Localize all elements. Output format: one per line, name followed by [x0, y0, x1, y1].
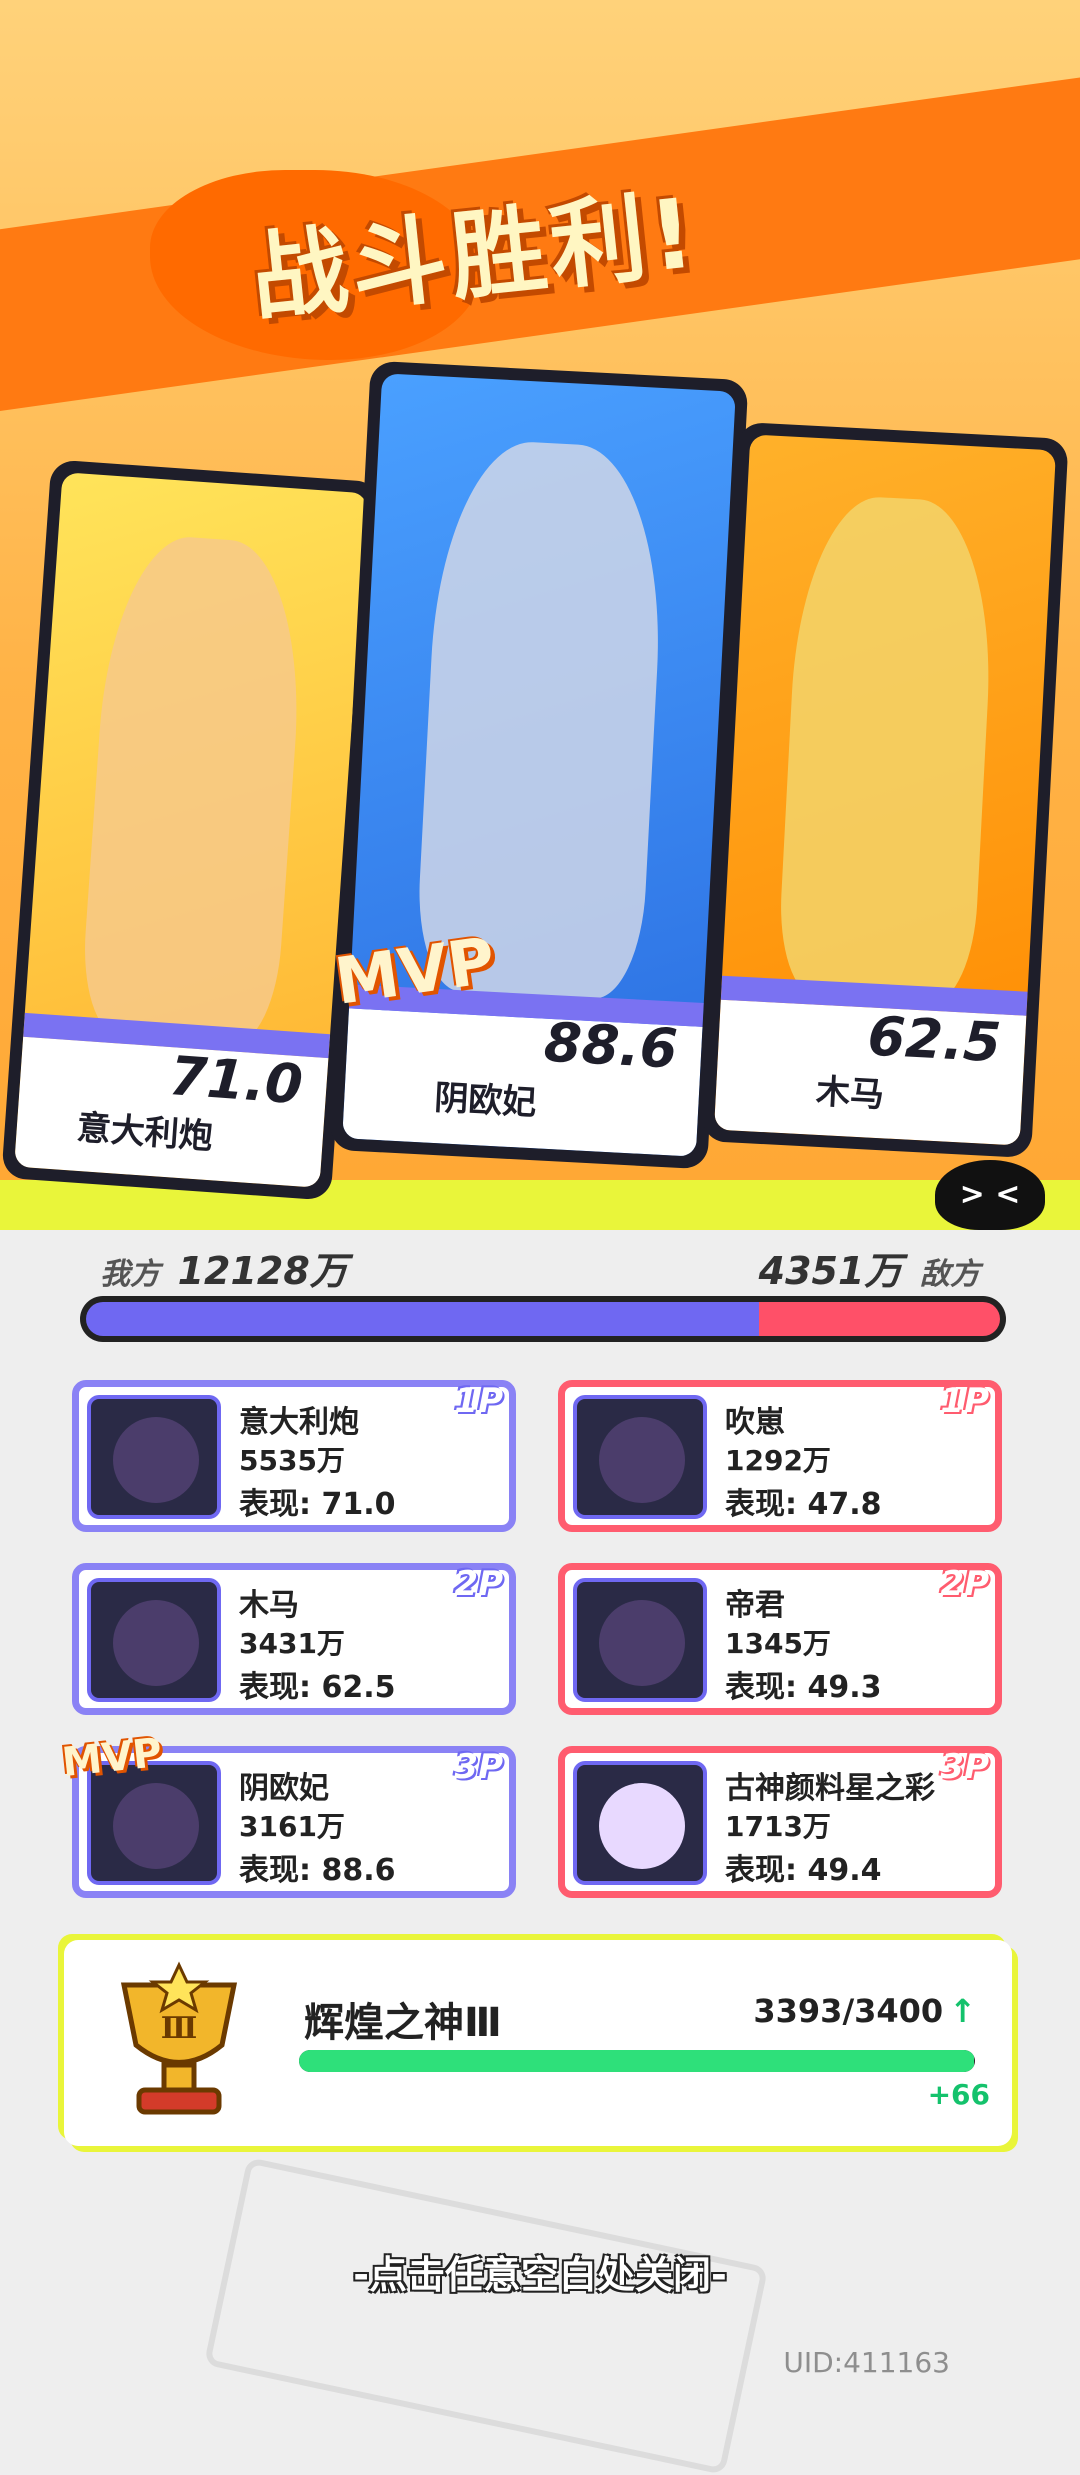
- player-performance: 表现: 62.5: [239, 1670, 396, 1705]
- damage-share-bar: [80, 1296, 1006, 1342]
- player-rank: 2P: [940, 1564, 989, 1604]
- player-damage: 1292万: [725, 1444, 831, 1477]
- player-name: 阴欧妃: [239, 1771, 329, 1806]
- enemy-share-fill: [759, 1302, 1000, 1336]
- rank-gain: +66: [927, 2078, 990, 2111]
- player-performance: 表现: 49.3: [725, 1670, 882, 1705]
- chat-icon[interactable]: > <: [935, 1160, 1045, 1230]
- character-portrait: [78, 531, 310, 1046]
- rank-progress-text: 3393/3400 ↑: [753, 1992, 976, 2030]
- ally-share-fill: [86, 1302, 759, 1336]
- player-card-enemy-3[interactable]: 古神颜料星之彩 1713万 表现: 49.4 3P: [558, 1746, 1002, 1898]
- air-ticket-decoration: [203, 2157, 769, 2475]
- player-performance: 表现: 88.6: [239, 1853, 396, 1888]
- podium-name: 意大利炮: [75, 1107, 215, 1158]
- character-portrait: [776, 492, 999, 1004]
- rank-name: 辉煌之神Ⅲ: [304, 2000, 502, 2046]
- player-performance: 表现: 47.8: [725, 1487, 882, 1522]
- player-card-ally-1[interactable]: 意大利炮 5535万 表现: 71.0 1P: [72, 1380, 516, 1532]
- player-name: 吹崽: [725, 1405, 785, 1440]
- player-rank: 2P: [454, 1564, 503, 1604]
- podium-name: 木马: [815, 1071, 886, 1116]
- podium-score: 62.5: [866, 1004, 1003, 1075]
- player-damage: 3431万: [239, 1627, 345, 1660]
- player-performance: 表现: 49.4: [725, 1853, 882, 1888]
- podium-card-right: 62.5 木马: [701, 421, 1069, 1159]
- rank-progress-bar: [299, 2050, 975, 2072]
- ally-total-value: 12128万: [177, 1249, 348, 1293]
- player-avatar: [573, 1578, 707, 1702]
- player-rank: 1P: [454, 1381, 503, 1421]
- trophy-icon: Ⅲ: [120, 1961, 238, 2115]
- arrow-up-icon: ↑: [949, 1992, 976, 2030]
- player-name: 意大利炮: [239, 1405, 359, 1440]
- rank-progress-fill: [299, 2050, 974, 2072]
- player-card-enemy-1[interactable]: 吹崽 1292万 表现: 47.8 1P: [558, 1380, 1002, 1532]
- player-rank: 1P: [940, 1381, 989, 1421]
- player-performance: 表现: 71.0: [239, 1487, 396, 1522]
- player-damage: 3161万: [239, 1810, 345, 1843]
- rank-progress-value: 3393/3400: [753, 1992, 944, 2030]
- player-avatar: [573, 1761, 707, 1885]
- close-hint[interactable]: -点击任意空白处关闭-: [0, 2244, 1080, 2299]
- podium-score: 88.6: [542, 1010, 679, 1081]
- ally-total: 我方 12128万: [100, 1240, 348, 1295]
- player-name: 古神颜料星之彩: [725, 1771, 935, 1806]
- player-name: 木马: [239, 1588, 299, 1623]
- enemy-total: 4351万 敌方: [759, 1240, 980, 1295]
- player-avatar: [87, 1395, 221, 1519]
- enemy-total-value: 4351万: [758, 1249, 903, 1293]
- podium-card-center: 88.6 阴欧妃: [329, 360, 749, 1170]
- character-portrait: [413, 437, 669, 1001]
- ally-label: 我方: [100, 1257, 160, 1292]
- player-damage: 1713万: [725, 1810, 831, 1843]
- player-card-ally-2[interactable]: 木马 3431万 表现: 62.5 2P: [72, 1563, 516, 1715]
- svg-text:Ⅲ: Ⅲ: [161, 2011, 198, 2046]
- enemy-label: 敌方: [920, 1257, 980, 1292]
- podium-card-left: 71.0 意大利炮: [1, 459, 381, 1201]
- rank-progress-panel: Ⅲ 辉煌之神Ⅲ 3393/3400 ↑ +66: [64, 1940, 1012, 2146]
- player-damage: 5535万: [239, 1444, 345, 1477]
- player-rank: 3P: [940, 1747, 989, 1787]
- player-avatar: [573, 1395, 707, 1519]
- player-card-enemy-2[interactable]: 帝君 1345万 表现: 49.3 2P: [558, 1563, 1002, 1715]
- player-avatar: [87, 1578, 221, 1702]
- podium-name: 阴欧妃: [433, 1078, 538, 1124]
- podium-score: 71.0: [167, 1044, 305, 1117]
- uid-label: UID:411163: [783, 2346, 950, 2379]
- player-rank: 3P: [454, 1747, 503, 1787]
- victory-banner: 战斗胜利! 71.0 意大利炮 88.6 阴欧妃 62.5 木马 MVP > <: [0, 0, 1080, 1230]
- player-name: 帝君: [725, 1588, 785, 1623]
- player-damage: 1345万: [725, 1627, 831, 1660]
